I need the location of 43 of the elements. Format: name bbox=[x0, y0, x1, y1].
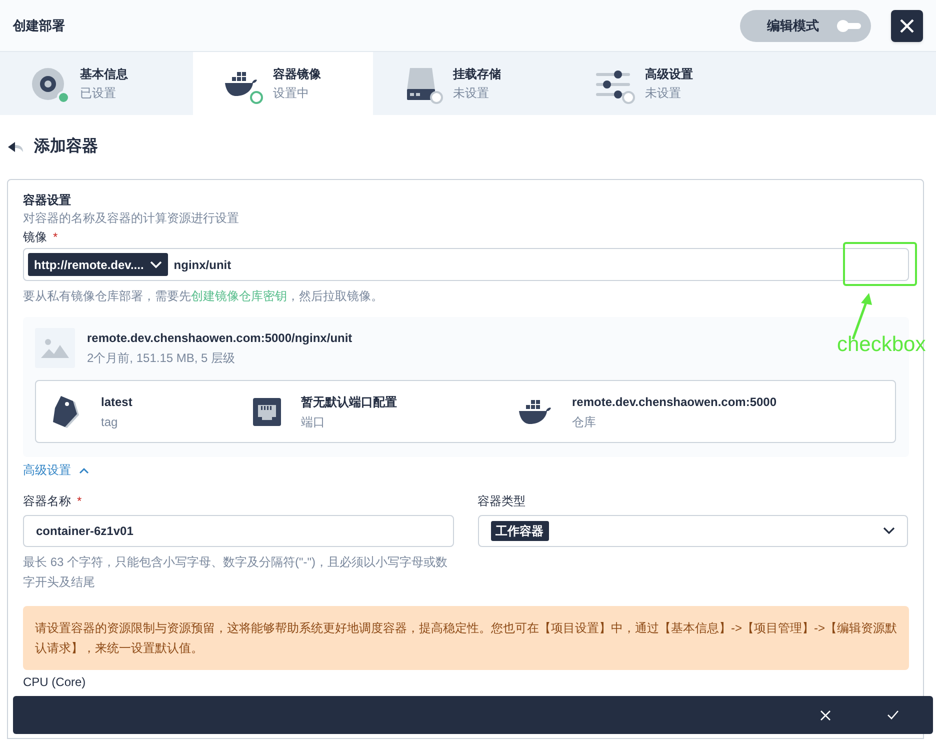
required-mark: * bbox=[77, 493, 82, 510]
resource-warning-alert: 请设置容器的资源限制与资源预留，这将能够帮助系统更好地调度容器，提高稳定性。您也可在【项目设置】中，通过【基本信息】->【项目管理】->【编辑资源默认请求】，来统一设置默认值。 bbox=[23, 606, 909, 670]
dialog-title: 创建部署 bbox=[13, 16, 66, 35]
back-icon[interactable] bbox=[8, 141, 24, 153]
chevron-down-icon bbox=[883, 527, 895, 535]
cpu-label: CPU (Core) bbox=[23, 674, 87, 690]
ethernet-port-icon bbox=[253, 398, 281, 426]
tag-icon bbox=[53, 394, 81, 428]
section-description: 对容器的名称及容器的计算资源进行设置 bbox=[23, 210, 240, 227]
image-hint: 要从私有镜像仓库部署，需要先创建镜像仓库密钥，然后拉取镜像。 bbox=[23, 288, 384, 305]
close-icon bbox=[820, 710, 830, 720]
registry-dropdown[interactable]: http://remote.dev.... bbox=[28, 253, 168, 276]
drive-icon bbox=[406, 66, 436, 100]
step-tab[interactable]: 容器镜像 设置中 bbox=[193, 52, 373, 115]
field-label: 容器名称 bbox=[23, 493, 71, 510]
advanced-settings-toggle[interactable]: 高级设置 bbox=[23, 460, 89, 480]
close-button[interactable] bbox=[891, 10, 923, 42]
container-name-hint: 最长 63 个字符，只能包含小写字母、数字及分隔符("-")，且必须以小写字母或数字开头及结尾 bbox=[23, 554, 448, 591]
annotation-label: checkbox bbox=[837, 332, 926, 358]
checkmark-icon bbox=[887, 710, 899, 720]
image-name: remote.dev.chenshaowen.com:5000/nginx/unit bbox=[87, 330, 352, 347]
field-label: 容器类型 bbox=[478, 493, 526, 510]
edit-mode-toggle[interactable]: 编辑模式 bbox=[740, 10, 871, 42]
container-type-dropdown[interactable]: 工作容器 bbox=[478, 515, 908, 547]
sliders-icon bbox=[596, 68, 630, 100]
field-label: 镜像 bbox=[23, 229, 47, 246]
image-meta: 2个月前, 151.15 MB, 5 层级 bbox=[87, 350, 236, 367]
detail-label: 仓库 bbox=[572, 414, 597, 430]
disc-icon bbox=[31, 66, 65, 100]
detail-value: 暂无默认端口配置 bbox=[301, 394, 397, 410]
image-input-field[interactable]: http://remote.dev.... nginx/unit bbox=[23, 248, 909, 281]
page-title: 添加容器 bbox=[34, 136, 98, 157]
close-icon bbox=[898, 16, 916, 34]
detail-value: latest bbox=[101, 394, 132, 410]
chevron-down-icon bbox=[150, 260, 162, 268]
detail-label: tag bbox=[101, 414, 119, 430]
required-mark: * bbox=[53, 229, 58, 246]
container-name-field[interactable]: container-6z1v01 bbox=[23, 515, 454, 547]
chevron-up-icon bbox=[79, 466, 89, 474]
image-placeholder-icon bbox=[35, 328, 75, 368]
section-title: 容器设置 bbox=[23, 192, 72, 208]
detail-value: remote.dev.chenshaowen.com:5000 bbox=[572, 394, 777, 410]
detail-label: 端口 bbox=[301, 414, 326, 430]
